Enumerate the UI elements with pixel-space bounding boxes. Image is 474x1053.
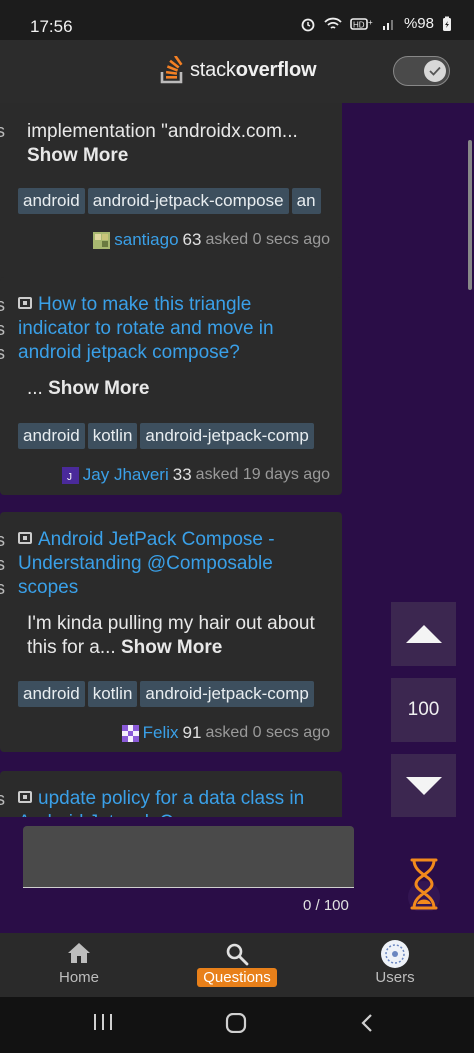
svg-text:HD: HD	[353, 20, 365, 29]
top-app-bar: stackoverflow	[0, 40, 474, 103]
show-more-link[interactable]: Show More	[48, 378, 149, 399]
question-owner: santiago 63 asked 0 secs ago	[93, 230, 330, 250]
home-system-button[interactable]	[225, 1013, 247, 1033]
question-card[interactable]: s s s How to make this triangle indicato…	[0, 277, 342, 495]
search-input-area: 0 / 100	[0, 817, 474, 933]
tag-list: android kotlin android-jetpack-comp	[18, 423, 325, 451]
search-icon	[226, 943, 249, 966]
question-title[interactable]: Android JetPack Compose - Understanding …	[18, 528, 318, 600]
tag[interactable]: android-jetpack-compose	[87, 188, 289, 214]
scroll-down-button[interactable]	[391, 754, 456, 818]
question-list[interactable]: s implementation "androidx.com... Show M…	[0, 103, 360, 817]
show-more-link[interactable]: Show More	[27, 145, 128, 166]
stackoverflow-logo-icon	[160, 56, 183, 84]
toggle-knob	[424, 60, 446, 82]
theme-toggle[interactable]	[393, 56, 450, 86]
status-bar: 17:56 HD + %98	[0, 0, 474, 40]
tag[interactable]: kotlin	[87, 423, 138, 449]
scrollbar-thumb[interactable]	[468, 140, 472, 290]
character-counter: 0 / 100	[303, 897, 349, 914]
tag[interactable]: kotlin	[87, 681, 138, 707]
question-icon	[18, 532, 32, 544]
hd-voice-icon: HD +	[350, 18, 373, 30]
scroll-up-button[interactable]	[391, 602, 456, 666]
tag[interactable]: android-jetpack-comp	[140, 423, 314, 449]
question-excerpt: I'm kinda pulling my hair out about this…	[27, 613, 315, 658]
avatar[interactable]	[93, 231, 111, 249]
home-icon	[68, 943, 90, 963]
question-stats: s	[0, 789, 5, 809]
svg-text:J: J	[67, 472, 72, 483]
question-owner: J Jay Jhaveri 33 asked 19 days ago	[61, 465, 330, 485]
users-avatar-icon	[381, 940, 409, 968]
avatar[interactable]	[121, 724, 139, 742]
tag-list: android kotlin android-jetpack-comp	[18, 681, 325, 709]
question-excerpt: implementation "androidx.com... Show Mor…	[27, 121, 298, 166]
question-title[interactable]: How to make this triangle indicator to r…	[18, 293, 318, 365]
nav-home[interactable]: Home	[0, 933, 158, 997]
battery-level: %98	[403, 15, 434, 32]
page-size-display[interactable]: 100	[391, 678, 456, 742]
tag[interactable]: android-jetpack-comp	[140, 681, 314, 707]
battery-charging-icon	[443, 16, 451, 31]
question-icon	[18, 791, 32, 803]
asked-time: asked 0 secs ago	[205, 231, 330, 248]
svg-text:+: +	[368, 18, 373, 27]
question-stats: s s s	[0, 295, 5, 363]
question-stats: s	[0, 121, 5, 141]
alarm-icon	[301, 18, 315, 31]
wifi-icon	[324, 17, 342, 29]
bottom-navigation: Home Questions Users	[0, 933, 474, 997]
question-card[interactable]: s update policy for a data class in Andr…	[0, 771, 342, 817]
question-excerpt: ... Show More	[27, 378, 150, 399]
check-icon	[429, 66, 441, 76]
question-icon	[18, 297, 32, 309]
question-owner: Felix 91 asked 0 secs ago	[121, 723, 330, 743]
tag[interactable]: android	[18, 188, 85, 214]
show-more-link[interactable]: Show More	[121, 637, 222, 658]
question-stats: s s s	[0, 530, 5, 598]
owner-name[interactable]: Felix	[143, 723, 179, 743]
owner-reputation: 33	[172, 465, 192, 484]
stackoverflow-logo: stackoverflow	[160, 56, 317, 84]
nav-home-label: Home	[58, 969, 99, 986]
logo-text-bold: overflow	[235, 58, 317, 81]
recent-apps-icon	[94, 1014, 112, 1030]
back-button[interactable]	[360, 1013, 374, 1033]
owner-reputation: 91	[182, 723, 202, 742]
hourglass-button[interactable]	[399, 856, 449, 912]
query-input[interactable]	[23, 826, 354, 888]
recent-apps-button[interactable]	[92, 1013, 114, 1031]
tag[interactable]: android	[18, 423, 85, 449]
nav-users[interactable]: Users	[316, 933, 474, 997]
nav-questions[interactable]: Questions	[158, 933, 316, 997]
hourglass-icon	[408, 858, 440, 911]
signal-icon	[382, 19, 393, 30]
page-size-value: 100	[407, 699, 440, 720]
tag[interactable]: android	[18, 681, 85, 707]
owner-name[interactable]: santiago	[114, 230, 178, 250]
back-chevron-icon	[361, 1014, 372, 1032]
owner-reputation: 63	[182, 230, 202, 249]
tag-list: android android-jetpack-compose an	[18, 188, 325, 216]
question-title[interactable]: update policy for a data class in Androi…	[18, 787, 318, 817]
tag[interactable]: an	[291, 188, 321, 214]
question-card[interactable]: s s s Android JetPack Compose - Understa…	[0, 512, 342, 752]
home-circle-icon	[225, 1013, 247, 1033]
status-time: 17:56	[30, 17, 73, 36]
avatar[interactable]: J	[61, 466, 79, 484]
triangle-up-icon	[405, 625, 442, 643]
system-navigation-bar	[0, 997, 474, 1053]
asked-time: asked 0 secs ago	[205, 724, 330, 741]
logo-text-light: stack	[190, 58, 236, 81]
asked-time: asked 19 days ago	[195, 466, 330, 483]
triangle-down-icon	[405, 777, 442, 795]
nav-questions-label: Questions	[197, 968, 277, 987]
status-icons: HD + %98	[300, 15, 452, 32]
owner-name[interactable]: Jay Jhaveri	[83, 465, 169, 485]
nav-users-label: Users	[375, 969, 415, 986]
